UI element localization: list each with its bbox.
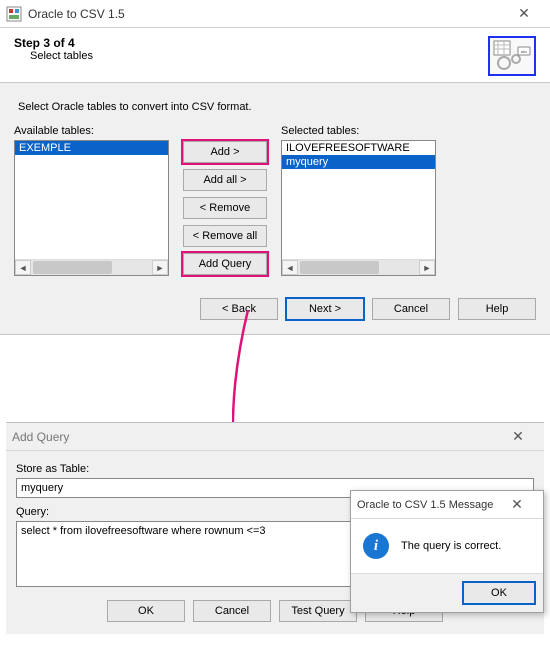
- list-item[interactable]: EXEMPLE: [15, 141, 168, 155]
- cancel-button[interactable]: Cancel: [193, 600, 271, 622]
- scrollbar[interactable]: ◄ ►: [282, 259, 435, 275]
- add-button[interactable]: Add >: [183, 141, 267, 163]
- instruction-text: Select Oracle tables to convert into CSV…: [18, 101, 536, 113]
- app-icon: [6, 6, 22, 22]
- list-item[interactable]: myquery: [282, 155, 435, 169]
- selected-listbox[interactable]: ILOVEFREESOFTWARE myquery ◄ ►: [281, 140, 436, 276]
- scroll-right-icon[interactable]: ►: [419, 260, 435, 275]
- window-title: Oracle to CSV 1.5: [28, 7, 504, 21]
- msgbox-title: Oracle to CSV 1.5 Message: [357, 499, 497, 511]
- help-button[interactable]: Help: [458, 298, 536, 320]
- add-query-button[interactable]: Add Query: [183, 253, 267, 275]
- cancel-button[interactable]: Cancel: [372, 298, 450, 320]
- scroll-left-icon[interactable]: ◄: [15, 260, 31, 275]
- step-subtitle: Select tables: [30, 50, 488, 62]
- wizard-body: Select Oracle tables to convert into CSV…: [0, 83, 550, 335]
- wizard-nav: < Back Next > Cancel Help: [14, 298, 536, 320]
- available-label: Available tables:: [14, 125, 169, 137]
- ok-button[interactable]: OK: [463, 582, 535, 604]
- step-title: Step 3 of 4: [14, 36, 488, 50]
- close-icon[interactable]: ✕: [504, 5, 544, 22]
- msgbox-text: The query is correct.: [401, 540, 501, 552]
- main-title-bar: Oracle to CSV 1.5 ✕: [0, 0, 550, 28]
- scroll-left-icon[interactable]: ◄: [282, 260, 298, 275]
- store-as-label: Store as Table:: [16, 463, 534, 475]
- test-query-button[interactable]: Test Query: [279, 600, 357, 622]
- ok-button[interactable]: OK: [107, 600, 185, 622]
- wizard-header: Step 3 of 4 Select tables abc: [0, 28, 550, 82]
- wizard-icon: abc: [488, 36, 536, 76]
- close-icon[interactable]: ✕: [498, 428, 538, 445]
- back-button[interactable]: < Back: [200, 298, 278, 320]
- available-listbox[interactable]: EXEMPLE ◄ ►: [14, 140, 169, 276]
- info-icon: i: [363, 533, 389, 559]
- remove-all-button[interactable]: < Remove all: [183, 225, 267, 247]
- list-item[interactable]: ILOVEFREESOFTWARE: [282, 141, 435, 155]
- add-all-button[interactable]: Add all >: [183, 169, 267, 191]
- selected-label: Selected tables:: [281, 125, 436, 137]
- close-icon[interactable]: ✕: [497, 496, 537, 513]
- next-button[interactable]: Next >: [286, 298, 364, 320]
- remove-button[interactable]: < Remove: [183, 197, 267, 219]
- svg-text:abc: abc: [521, 49, 527, 54]
- dialog-title: Add Query: [12, 430, 498, 444]
- message-box: Oracle to CSV 1.5 Message ✕ i The query …: [350, 490, 544, 613]
- scroll-right-icon[interactable]: ►: [152, 260, 168, 275]
- scrollbar[interactable]: ◄ ►: [15, 259, 168, 275]
